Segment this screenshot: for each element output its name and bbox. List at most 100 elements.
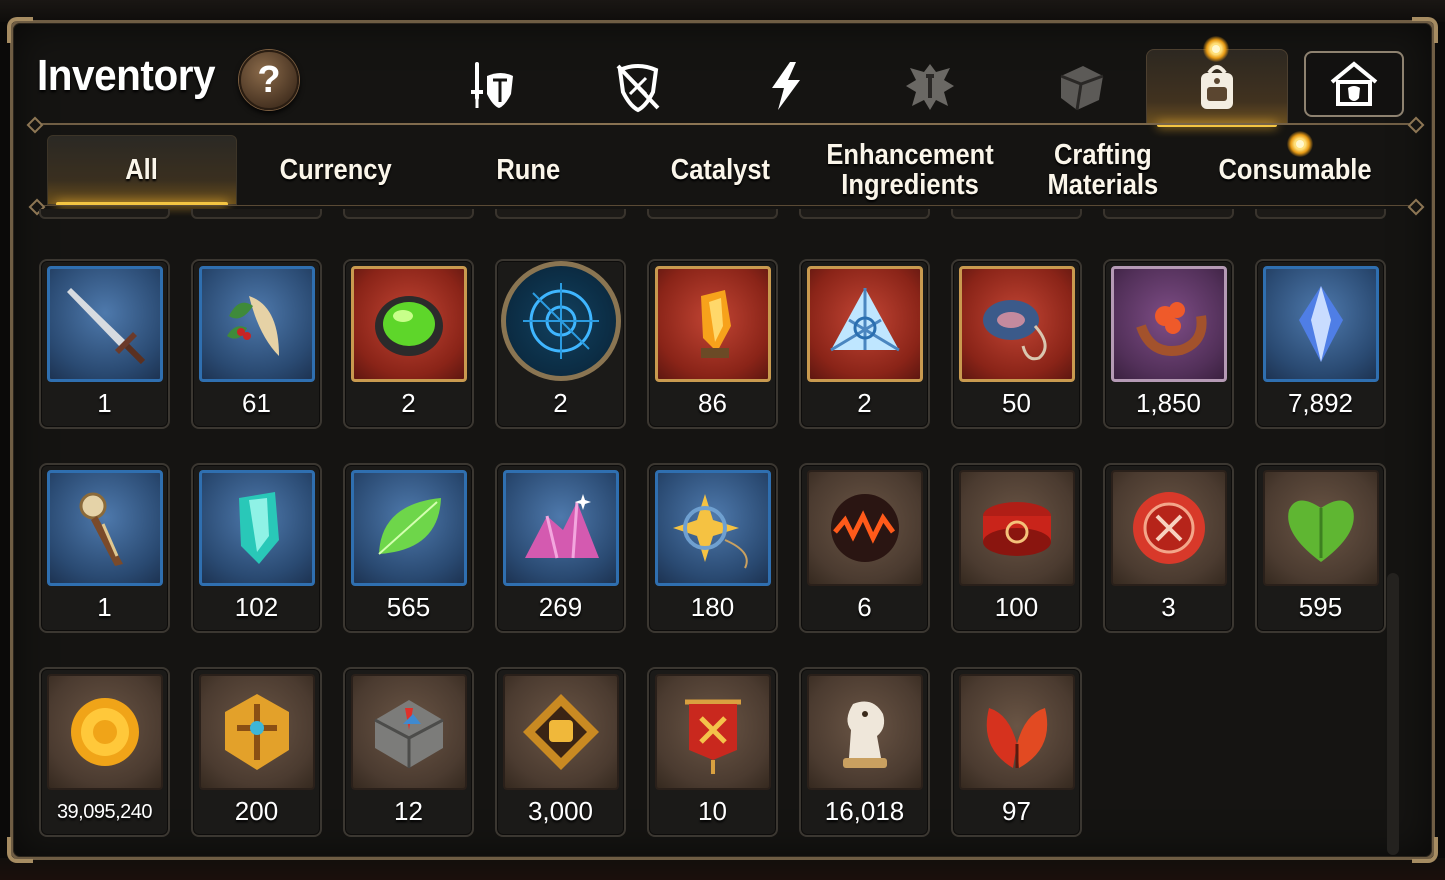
item-quantity: 200 [234,796,279,826]
tab-divider [33,123,1418,125]
item-art [807,470,923,586]
inventory-slot-pink-ore[interactable]: 269 [495,463,626,633]
tab-backpack[interactable] [1146,36,1288,127]
frame-corner [7,17,33,43]
item-quantity: 180 [690,592,735,622]
item-quantity: 1,850 [1135,388,1202,418]
inventory-slot-compass-stone[interactable]: 12 [343,667,474,837]
crossed-shield-icon [616,64,660,113]
inventory-slot-clock-dagger[interactable]: 1 [39,463,170,633]
page-title: Inventory [37,51,216,100]
leaf-icon [378,498,441,555]
sword-shield-icon [471,62,513,108]
tab-label: Rune [496,154,560,186]
item-quantity: 102 [234,592,279,622]
inventory-slot-eye-ring[interactable]: 50 [951,259,1082,429]
item-art [655,266,771,382]
inventory-slot-fist-badge[interactable]: 3,000 [495,667,626,837]
fist-badge-icon [523,694,599,770]
item-quantity: 61 [242,388,271,418]
tab-no-equipment[interactable] [583,51,693,121]
slot-peek [495,209,626,219]
item-art [351,674,467,790]
sword-icon [67,288,146,365]
item-art [501,261,621,381]
winged-emblem-icon [906,64,954,110]
tab-currency[interactable]: Currency [253,135,418,205]
item-quantity: 1 [97,592,112,622]
item-quantity: 2 [401,388,416,418]
slot-peek [1103,209,1234,219]
previous-row-peek [35,209,1418,223]
item-art [959,674,1075,790]
tab-rune[interactable]: Rune [458,135,598,205]
slot-peek [39,209,170,219]
triangle-gem-icon [830,288,900,352]
inventory-slot-sword[interactable]: 1 [39,259,170,429]
herb-root-icon [227,296,279,356]
inventory-slot-red-leaves[interactable]: 97 [951,667,1082,837]
compass-stone-icon [374,700,444,768]
tab-label: Enhancement Ingredients [826,139,995,201]
gold-coin-icon [71,698,139,766]
background-strip-top [0,0,1445,22]
tab-enhancement-ingredients[interactable]: Enhancement Ingredients [813,135,1008,205]
inventory-slot-star-amulet[interactable]: 180 [647,463,778,633]
slot-peek [951,209,1082,219]
inventory-slot-knight-chess[interactable]: 16,018 [799,667,930,837]
inventory-slot-red-band[interactable]: 100 [951,463,1082,633]
help-button[interactable]: ? [239,50,299,110]
item-quantity: 269 [538,592,583,622]
inventory-slot-war-banner[interactable]: 10 [647,667,778,837]
red-band-icon [983,502,1051,556]
tab-consumable[interactable]: Consumable [1203,131,1388,205]
blue-crystal-icon [1299,286,1343,362]
inventory-slot-gold-emblem[interactable]: 200 [191,667,322,837]
item-art [503,674,619,790]
notification-dot [1287,131,1313,157]
tab-crafting-materials[interactable]: Crafting Materials [1018,135,1188,205]
tab-label: All [125,154,159,186]
tab-cube[interactable] [1026,51,1136,121]
inventory-slot-flower-ring[interactable]: 1,850 [1103,259,1234,429]
item-quantity: 12 [394,796,423,826]
item-art [199,674,315,790]
tab-emblem[interactable] [875,51,985,121]
inventory-slot-leaf[interactable]: 565 [343,463,474,633]
inventory-slot-triangle-gem[interactable]: 2 [799,259,930,429]
inventory-slot-herb[interactable]: 61 [191,259,322,429]
item-quantity: 565 [386,592,431,622]
background-strip-bottom [0,858,1445,880]
item-quantity: 86 [698,388,727,418]
gold-emblem-icon [225,694,289,770]
inventory-slot-fire-crystal[interactable]: 86 [647,259,778,429]
filter-divider [35,205,1418,206]
tab-lightning[interactable] [731,51,841,121]
item-grid[interactable]: 1 61 2 2 86 2 50 1,850 7,892 1 102 565 2… [35,209,1418,859]
inventory-slot-green-heart[interactable]: 595 [1255,463,1386,633]
item-art [1263,266,1379,382]
inventory-slot-rune-disc[interactable]: 2 [495,259,626,429]
tab-equipment[interactable] [438,51,548,121]
inventory-slot-teal-crystal[interactable]: 102 [191,463,322,633]
item-quantity: 595 [1298,592,1343,622]
tab-catalyst[interactable]: Catalyst [633,135,808,205]
item-art [503,470,619,586]
teal-crystal-icon [239,492,279,564]
frame-corner [1412,17,1438,43]
guild-house-icon [1330,61,1378,106]
notification-dot [1203,36,1229,62]
inventory-slot-blue-crystal[interactable]: 7,892 [1255,259,1386,429]
inventory-slot-green-orb[interactable]: 2 [343,259,474,429]
inventory-slot-lava-orb[interactable]: 6 [799,463,930,633]
clock-dagger-icon [79,492,123,566]
tab-all[interactable]: All [47,135,237,206]
inventory-slot-gold-coin[interactable]: 39,095,240 [39,667,170,837]
grid-scrollbar[interactable] [1387,573,1399,855]
inventory-slot-red-seal[interactable]: 3 [1103,463,1234,633]
item-quantity: 3,000 [527,796,594,826]
tab-guild-house[interactable] [1304,51,1404,117]
tab-label: Crafting Materials [1047,139,1159,201]
item-art [959,470,1075,586]
item-art [655,674,771,790]
